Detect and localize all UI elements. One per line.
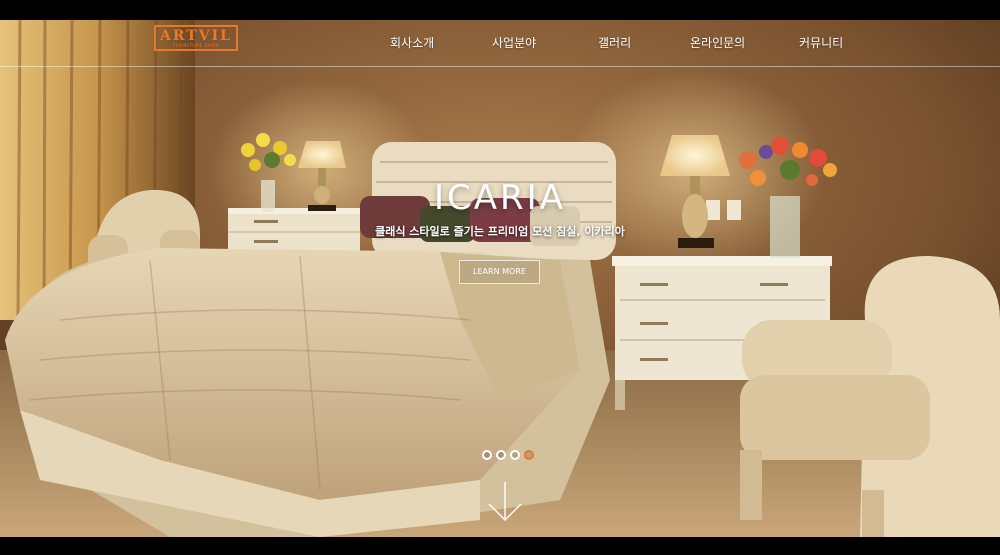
nav-item-business[interactable]: 사업분야 bbox=[492, 34, 536, 52]
page: ARTVIL FURNITURE SHOP 회사소개 사업분야 갤러리 온라인문… bbox=[0, 0, 1000, 555]
arrow-down-icon[interactable] bbox=[487, 480, 523, 522]
main-nav: 회사소개 사업분야 갤러리 온라인문의 커뮤니티 bbox=[0, 34, 1000, 54]
site-header: ARTVIL FURNITURE SHOP 회사소개 사업분야 갤러리 온라인문… bbox=[0, 20, 1000, 67]
hero-subtitle: 클래식 스타일로 즐기는 프리미엄 모션 침실, 이카리아 bbox=[375, 225, 625, 238]
slider-dot-2[interactable] bbox=[496, 450, 506, 460]
slider-dot-1[interactable] bbox=[482, 450, 492, 460]
nav-item-inquiry[interactable]: 온라인문의 bbox=[690, 34, 745, 52]
nav-item-gallery[interactable]: 갤러리 bbox=[598, 34, 631, 52]
slider-dot-3[interactable] bbox=[510, 450, 520, 460]
nav-item-company[interactable]: 회사소개 bbox=[390, 34, 434, 52]
nav-item-community[interactable]: 커뮤니티 bbox=[799, 34, 843, 52]
hero-title: ICARIA bbox=[434, 178, 566, 218]
slider-dot-4[interactable] bbox=[524, 450, 534, 460]
learn-more-button[interactable]: LEARN MORE bbox=[459, 260, 540, 284]
